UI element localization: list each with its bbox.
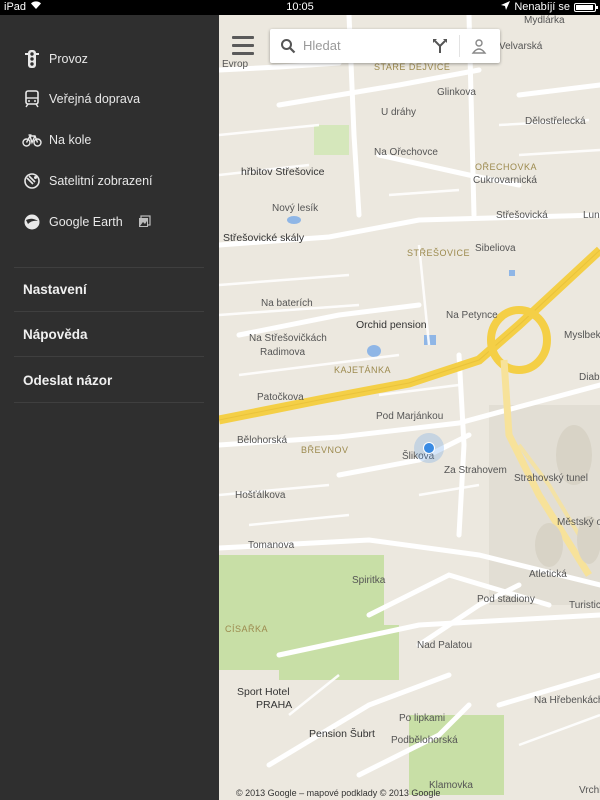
charging-status: Nenabíjí se [514, 1, 570, 13]
battery-icon [574, 3, 598, 12]
menu-divider [14, 402, 204, 403]
map-label: Střešovická [496, 210, 548, 221]
map-copyright: © 2013 Google – mapové podklady © 2013 G… [236, 788, 441, 798]
map-label: CÍSAŘKA [225, 624, 269, 634]
map-label: Tomanova [248, 540, 295, 551]
menu-item-label: Provoz [49, 52, 88, 66]
map-canvas [219, 15, 600, 795]
hamburger-line [232, 36, 254, 39]
current-location-marker[interactable] [414, 433, 444, 463]
map-label: Pod stadiony [477, 594, 535, 605]
map-label: Spiritka [352, 575, 386, 586]
map-label: Lun [583, 210, 600, 221]
map-label: OŘECHOVKA [475, 162, 538, 172]
directions-icon[interactable] [432, 38, 448, 54]
map-label: U dráhy [381, 107, 417, 118]
hamburger-line [232, 52, 254, 55]
map-poi-label: hřbitov Střešovice [241, 166, 325, 178]
map-label: Nad Palatou [417, 640, 473, 651]
map-label: Atletická [529, 569, 567, 580]
menu-item-traffic[interactable]: Provoz [0, 39, 219, 79]
map-label: Diab [579, 372, 600, 383]
map-label: Nový lesík [272, 203, 319, 214]
map-label: Pod Marjánkou [376, 411, 444, 422]
menu-item-label: Google Earth [49, 215, 123, 229]
map-label: Na Střešovičkách [249, 333, 327, 344]
map-label: Bělohorská [237, 435, 288, 446]
menu-section-settings[interactable]: Nastavení [23, 282, 87, 297]
map-poi-label: Orchid pension [356, 319, 427, 331]
location-arrow-icon [501, 0, 511, 15]
map-poi-label: Pension Šubrt [309, 728, 375, 740]
menu-toggle-button[interactable] [232, 36, 254, 56]
map-view[interactable]: Evrop Velvarská Mydlárka STARÉ DEJVICE G… [219, 15, 600, 800]
search-divider [459, 35, 460, 57]
map-label: Na Petynce [446, 310, 498, 321]
map-label: STŘEŠOVICE [407, 248, 471, 258]
search-input[interactable]: Hledat [303, 38, 341, 53]
map-label: Mydlárka [524, 15, 565, 26]
menu-section-help[interactable]: Nápověda [23, 327, 88, 342]
map-label: STARÉ DEJVICE [374, 62, 451, 72]
map-label: Na baterích [261, 298, 313, 309]
account-icon[interactable] [471, 38, 487, 54]
map-label: Vrchl [579, 785, 600, 796]
map-label: Na Ořechovce [374, 147, 438, 158]
map-label: Radimova [260, 347, 306, 358]
map-label: Patočkova [257, 392, 304, 403]
menu-item-bike[interactable]: Na kole [0, 120, 219, 160]
status-bar: iPad 10:05 Nenabíjí se [0, 0, 600, 15]
map-label: KAJETÁNKA [334, 365, 392, 375]
search-bar: Hledat [270, 29, 500, 63]
map-label: Evrop [222, 59, 249, 70]
menu-item-satellite[interactable]: Satelitní zobrazení [0, 161, 219, 201]
menu-divider [14, 267, 204, 268]
map-label: Turistic [569, 600, 600, 611]
map-poi-label: Sport Hotel [237, 686, 290, 698]
satellite-icon [22, 171, 42, 191]
map-label: Za Strahovem [444, 465, 507, 476]
map-poi-label: PRAHA [256, 699, 293, 711]
train-icon [22, 89, 42, 109]
map-label: Po lipkami [399, 713, 446, 724]
menu-item-label: Veřejná doprava [49, 92, 141, 106]
menu-section-feedback[interactable]: Odeslat názor [23, 373, 112, 388]
search-icon [280, 38, 296, 54]
map-label: Podbělohorská [391, 735, 458, 746]
side-menu: Provoz Veřejná doprava Na kole Satelitní… [0, 15, 219, 800]
map-label: Sibeliova [475, 243, 516, 254]
external-app-icon [138, 215, 151, 228]
map-label: Dělostřelecká [525, 116, 586, 127]
map-label: Strahovský tunel [514, 473, 588, 484]
map-label: Hošťálkova [235, 490, 286, 501]
hamburger-line [232, 44, 254, 47]
menu-divider [14, 311, 204, 312]
menu-item-label: Na kole [49, 133, 92, 147]
map-label: Velvarská [499, 41, 543, 52]
globe-icon [22, 212, 42, 232]
map-label: Glinkova [437, 87, 476, 98]
map-label: Na Hřebenkách [534, 695, 600, 706]
map-label: Městský o [557, 517, 600, 528]
menu-item-transit[interactable]: Veřejná doprava [0, 79, 219, 119]
menu-item-label: Satelitní zobrazení [49, 174, 153, 188]
menu-item-google-earth[interactable]: Google Earth [0, 202, 219, 242]
map-label: Myslbekova [564, 330, 600, 341]
map-label: Cukrovarnická [473, 175, 537, 186]
map-label: BŘEVNOV [301, 445, 349, 455]
map-poi-label: Střešovické skály [223, 232, 305, 244]
traffic-light-icon [22, 49, 42, 69]
menu-divider [14, 356, 204, 357]
bicycle-icon [22, 130, 42, 150]
location-dot [423, 442, 435, 454]
